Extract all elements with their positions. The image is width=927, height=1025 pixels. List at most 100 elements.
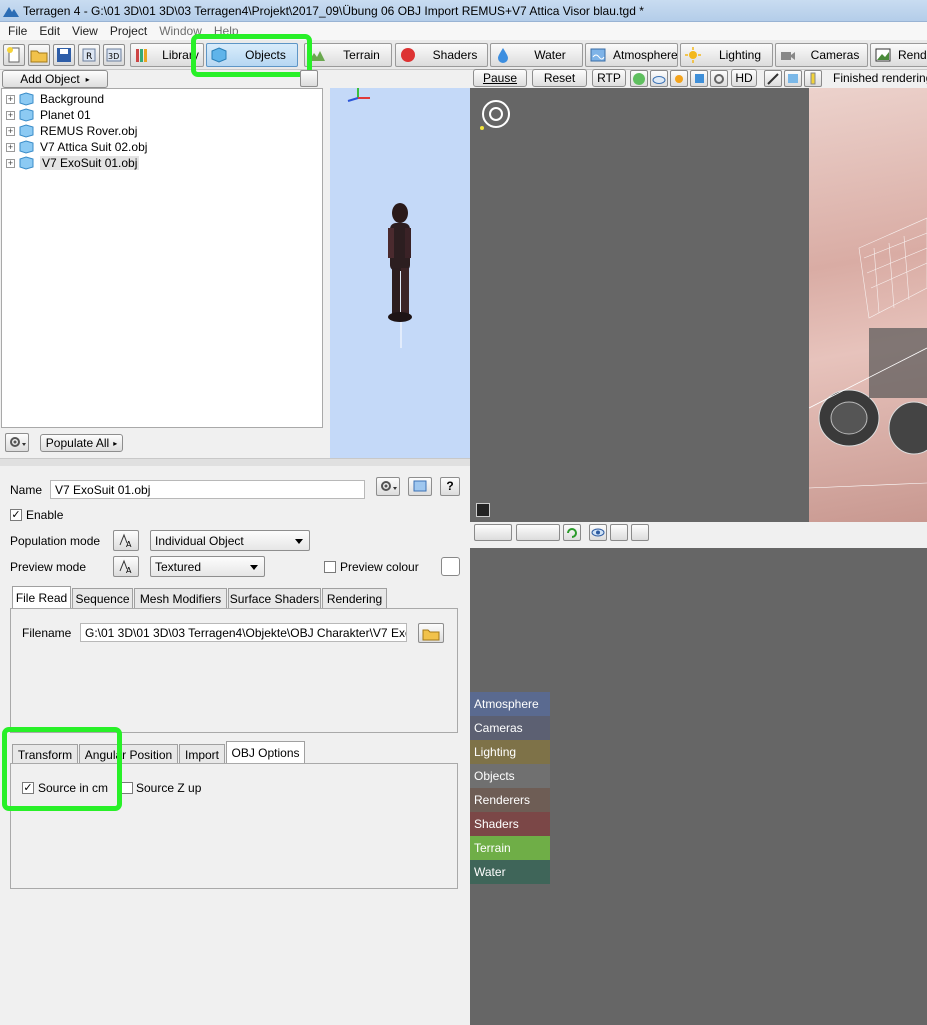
tab-renderers[interactable]: Renderers	[870, 43, 927, 67]
source-in-cm-checkbox[interactable]: ✓	[22, 782, 34, 794]
sun-render-icon[interactable]	[670, 70, 688, 87]
tree-item-remus-rover[interactable]: + REMUS Rover.obj	[6, 123, 137, 139]
legend-cameras[interactable]: Cameras	[470, 716, 550, 740]
expand-icon[interactable]: +	[6, 110, 15, 120]
atmosphere-icon	[590, 48, 606, 62]
refresh-icon[interactable]	[563, 524, 581, 541]
function-icon[interactable]: A	[113, 556, 139, 577]
menu-bar: File Edit View Project Window Help	[0, 22, 927, 40]
source-z-up-checkbox[interactable]	[121, 782, 133, 794]
tree-item-background[interactable]: + Background	[6, 91, 104, 107]
reset-button[interactable]: Reset	[532, 69, 587, 87]
tree-item-planet[interactable]: + Planet 01	[6, 107, 91, 123]
green-sphere-icon[interactable]	[630, 70, 648, 87]
save-icon[interactable]	[53, 44, 75, 66]
browse-folder-icon[interactable]	[418, 623, 444, 643]
tab-library[interactable]: Library	[130, 43, 204, 67]
name-field[interactable]: V7 ExoSuit 01.obj	[50, 480, 365, 499]
brush-icon[interactable]	[764, 70, 782, 87]
expand-icon[interactable]: +	[6, 94, 15, 104]
expand-icon[interactable]: +	[6, 158, 15, 168]
population-mode-select[interactable]: Individual Object	[150, 530, 310, 551]
render-3d-icon[interactable]: 3D	[103, 44, 125, 66]
tab-rendering[interactable]: Rendering	[322, 588, 387, 608]
tree-item-exosuit[interactable]: + V7 ExoSuit 01.obj	[6, 155, 140, 171]
library-icon	[136, 49, 147, 62]
legend-objects[interactable]: Objects	[470, 764, 550, 788]
terrain-icon	[309, 51, 325, 61]
curve-icon[interactable]	[631, 524, 649, 541]
populate-all-button[interactable]: Populate All ▸	[40, 434, 123, 452]
tab-surface-shaders[interactable]: Surface Shaders	[228, 588, 321, 608]
legend-water[interactable]: Water	[470, 860, 550, 884]
tree-item-attica-suit[interactable]: + V7 Attica Suit 02.obj	[6, 139, 147, 155]
cube-icon	[19, 92, 34, 106]
legend-lighting[interactable]: Lighting	[470, 740, 550, 764]
eye-icon[interactable]	[589, 524, 607, 541]
blue-cube-icon[interactable]	[690, 70, 708, 87]
tab-import[interactable]: Import	[179, 744, 225, 764]
render-view[interactable]	[470, 88, 927, 522]
svg-text:A: A	[126, 540, 132, 549]
tab-objects[interactable]: Objects	[206, 43, 298, 67]
menu-window[interactable]: Window	[153, 24, 208, 38]
rtp-button[interactable]: RTP	[592, 69, 626, 87]
expand-icon[interactable]: +	[6, 126, 15, 136]
tab-file-read[interactable]: File Read	[12, 586, 71, 608]
menu-file[interactable]: File	[2, 24, 33, 38]
tab-mesh-modifiers[interactable]: Mesh Modifiers	[134, 588, 227, 608]
menu-edit[interactable]: Edit	[33, 24, 66, 38]
enable-label: Enable	[26, 508, 64, 522]
tab-angular-position[interactable]: Angular Position	[79, 744, 178, 764]
tab-water[interactable]: Water	[490, 43, 583, 67]
crop-region-icon[interactable]	[476, 503, 490, 517]
tab-atmosphere[interactable]: Atmosphere	[585, 43, 678, 67]
cube-icon	[19, 124, 34, 138]
node-view-icon[interactable]	[408, 477, 432, 496]
tab-lighting[interactable]: Lighting	[680, 43, 773, 67]
shader-sphere-icon	[401, 48, 415, 62]
cube-icon	[19, 140, 34, 154]
gear-render-icon[interactable]	[710, 70, 728, 87]
panel-splitter[interactable]	[0, 458, 470, 466]
pause-button[interactable]: Pause	[473, 69, 527, 87]
tab-shaders[interactable]: Shaders	[395, 43, 488, 67]
enable-checkbox[interactable]: ✓	[10, 509, 22, 521]
function-icon[interactable]: A	[113, 530, 139, 551]
frame-icon[interactable]	[610, 524, 628, 541]
dropdown-arrow-icon: ▸	[113, 438, 118, 448]
view-toggle-icon[interactable]	[300, 70, 318, 87]
menu-project[interactable]: Project	[104, 24, 153, 38]
object-preview-viewport[interactable]	[330, 86, 470, 458]
legend-terrain[interactable]: Terrain	[470, 836, 550, 860]
gear-icon[interactable]	[376, 477, 400, 496]
tab-sequence[interactable]: Sequence	[72, 588, 133, 608]
filename-field[interactable]: G:\01 3D\01 3D\03 Terragen4\Objekte\OBJ …	[80, 623, 407, 642]
tab-terrain[interactable]: Terrain	[304, 43, 392, 67]
tab-transform[interactable]: Transform	[12, 744, 78, 764]
legend-atmosphere[interactable]: Atmosphere	[470, 692, 550, 716]
tab-obj-options[interactable]: OBJ Options	[226, 741, 305, 763]
camera-view-icon[interactable]	[474, 524, 512, 541]
preview-colour-checkbox[interactable]	[324, 561, 336, 573]
gear-icon[interactable]	[5, 433, 29, 452]
menu-view[interactable]: View	[66, 24, 104, 38]
add-object-button[interactable]: Add Object ▸	[2, 70, 108, 88]
hd-button[interactable]: HD	[731, 69, 757, 87]
camera-render-icon[interactable]	[516, 524, 560, 541]
expand-icon[interactable]: +	[6, 142, 15, 152]
menu-help[interactable]: Help	[208, 24, 245, 38]
legend-renderers[interactable]: Renderers	[470, 788, 550, 812]
open-folder-icon[interactable]	[28, 44, 50, 66]
render-r-icon[interactable]: R	[78, 44, 100, 66]
legend-shaders[interactable]: Shaders	[470, 812, 550, 836]
objects-cube-icon	[211, 47, 227, 63]
help-button[interactable]: ?	[440, 477, 460, 496]
preview-mode-select[interactable]: Textured	[150, 556, 265, 577]
tab-cameras[interactable]: Cameras	[775, 43, 868, 67]
new-project-icon[interactable]	[3, 44, 25, 66]
yellow-bar-icon[interactable]	[804, 70, 822, 87]
cloud-icon[interactable]	[650, 70, 668, 87]
color-picker-icon[interactable]	[784, 70, 802, 87]
colour-swatch[interactable]	[441, 557, 460, 576]
